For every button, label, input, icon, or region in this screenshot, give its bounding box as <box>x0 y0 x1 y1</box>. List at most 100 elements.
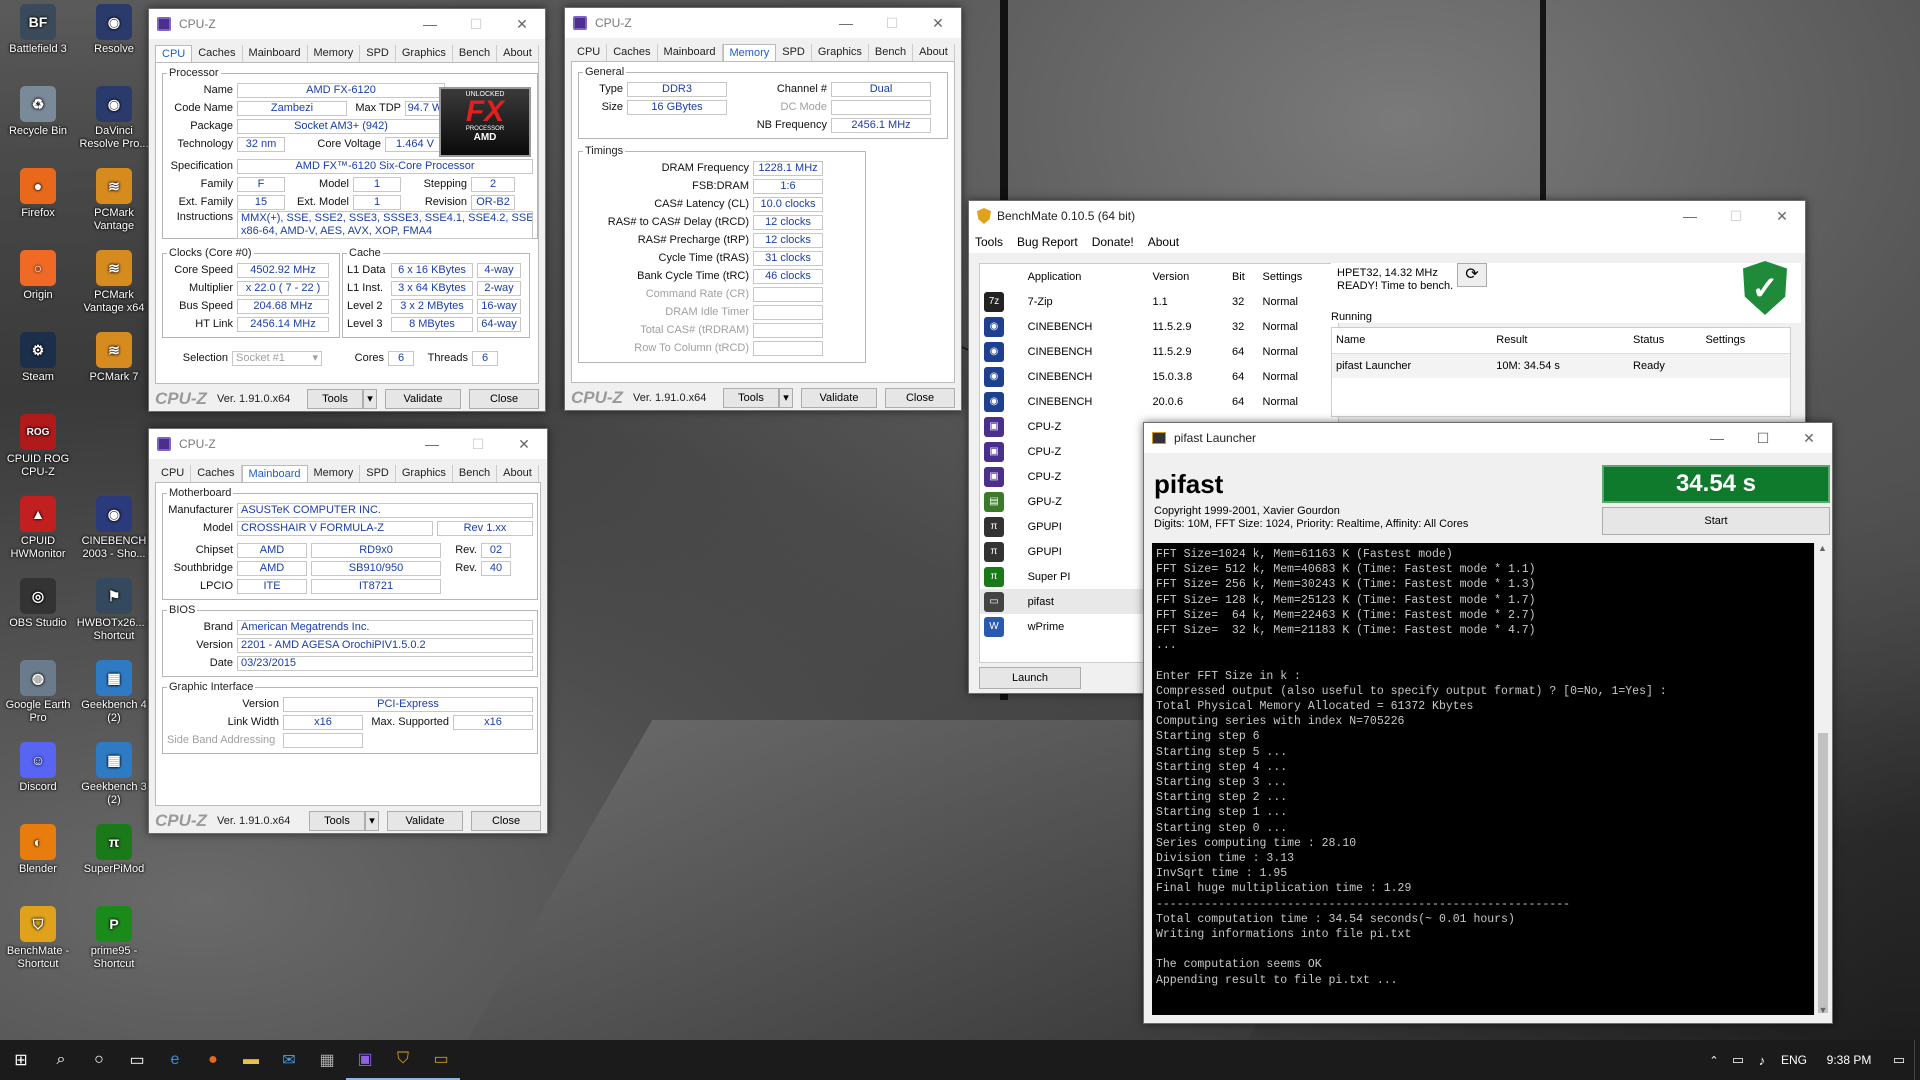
maximize-button[interactable]: ☐ <box>453 16 499 33</box>
maximize-button[interactable]: ☐ <box>1713 208 1759 225</box>
minimize-button[interactable]: — <box>1667 208 1713 224</box>
desktop-icon-google-earth-pro[interactable]: ◍ Google Earth Pro <box>0 660 76 725</box>
scroll-up-icon[interactable]: ▲ <box>1815 543 1830 553</box>
col-application[interactable]: Application <box>1024 264 1149 289</box>
menu-tools[interactable]: Tools <box>975 235 1003 249</box>
tab-about[interactable]: About <box>497 45 539 62</box>
running-col-settings[interactable]: Settings <box>1701 328 1790 353</box>
application-row[interactable]: ◉ CINEBENCH 11.5.2.9 32 Normal <box>980 314 1338 339</box>
tab-cpu[interactable]: CPU <box>155 465 192 482</box>
menu-donate-[interactable]: Donate! <box>1092 235 1134 249</box>
notifications-icon[interactable]: ▭ <box>1884 1040 1914 1080</box>
tab-about[interactable]: About <box>497 465 539 482</box>
desktop-icon-resolve[interactable]: ◉ Resolve <box>76 4 152 56</box>
close-window-button[interactable]: Close <box>471 811 541 831</box>
tools-button[interactable]: Tools <box>723 388 779 408</box>
tab-memory[interactable]: Memory <box>308 45 361 62</box>
tab-bench[interactable]: Bench <box>869 44 914 61</box>
maximize-button[interactable]: ☐ <box>1740 430 1786 447</box>
tab-caches[interactable]: Caches <box>191 465 242 482</box>
desktop-icon-cinebench-2003[interactable]: ◉ CINEBENCH 2003 - Sho... <box>76 496 152 561</box>
edge-icon[interactable]: e <box>156 1040 194 1080</box>
tab-spd[interactable]: SPD <box>360 465 396 482</box>
scroll-down-icon[interactable]: ▼ <box>1815 1005 1831 1015</box>
title-bar[interactable]: CPU-Z — ☐ ✕ <box>149 9 545 39</box>
col-version[interactable]: Version <box>1149 264 1228 289</box>
cpuz-cpu-window[interactable]: CPU-Z — ☐ ✕ CPU Caches Mainboard Memory SPD Grap… <box>148 8 546 412</box>
benchmate-taskbar-icon[interactable]: ⛉ <box>384 1040 422 1080</box>
desktop-icon-geekbench-3[interactable]: ▦ Geekbench 3 (2) <box>76 742 152 807</box>
desktop-icon-cpuid-hwmonitor[interactable]: ▲ CPUID HWMonitor <box>0 496 76 561</box>
firefox-icon[interactable]: ● <box>194 1040 232 1080</box>
tools-dropdown-icon[interactable]: ▾ <box>363 389 377 409</box>
maximize-button[interactable]: ☐ <box>455 436 501 453</box>
photos-icon[interactable]: ▦ <box>308 1040 346 1080</box>
tab-bench[interactable]: Bench <box>453 45 498 62</box>
close-button[interactable]: ✕ <box>1759 208 1805 225</box>
desktop-icon-recycle-bin[interactable]: ♻ Recycle Bin <box>0 86 76 138</box>
pifast-taskbar-icon[interactable]: ▭ <box>422 1040 460 1080</box>
tab-memory[interactable]: Memory <box>722 44 777 61</box>
launch-button[interactable]: Launch <box>979 667 1081 689</box>
tab-cpu[interactable]: CPU <box>571 44 608 61</box>
validate-button[interactable]: Validate <box>387 811 463 831</box>
task-view-icon[interactable]: ▭ <box>118 1040 156 1080</box>
menu-about[interactable]: About <box>1148 235 1179 249</box>
close-button[interactable]: ✕ <box>499 16 545 33</box>
tools-button[interactable]: Tools <box>307 389 363 409</box>
application-row[interactable]: ◉ CINEBENCH 20.0.6 64 Normal <box>980 389 1338 414</box>
running-col-name[interactable]: Name <box>1332 328 1492 353</box>
desktop-icon-battlefield-3[interactable]: BF Battlefield 3 <box>0 4 76 56</box>
desktop-icon-pcmark-7[interactable]: ≋ PCMark 7 <box>76 332 152 384</box>
title-bar[interactable]: CPU-Z — ☐ ✕ <box>149 429 547 459</box>
cortana-icon[interactable]: ○ <box>80 1040 118 1080</box>
tools-dropdown-icon[interactable]: ▾ <box>365 811 379 831</box>
menu-bug-report[interactable]: Bug Report <box>1017 235 1078 249</box>
validate-button[interactable]: Validate <box>801 388 877 408</box>
desktop-icon-discord[interactable]: ☺ Discord <box>0 742 76 794</box>
desktop-icon-benchmate-shortcut[interactable]: ⛉ BenchMate - Shortcut <box>0 906 76 971</box>
tab-mainboard[interactable]: Mainboard <box>658 44 723 61</box>
tab-bench[interactable]: Bench <box>453 465 498 482</box>
start-button-windows-icon[interactable]: ⊞ <box>0 1040 42 1080</box>
col-settings[interactable]: Settings <box>1259 264 1338 289</box>
desktop-icon-cpuid-rog-cpuz[interactable]: ROG CPUID ROG CPU-Z <box>0 414 76 479</box>
refresh-icon[interactable]: ⟳ <box>1457 263 1487 287</box>
volume-icon[interactable]: ♪ <box>1750 1040 1774 1080</box>
minimize-button[interactable]: — <box>823 15 869 31</box>
title-bar[interactable]: CPU-Z — ☐ ✕ <box>565 8 961 38</box>
tab-mainboard[interactable]: Mainboard <box>243 45 308 62</box>
desktop-icon-origin[interactable]: ○ Origin <box>0 250 76 302</box>
chevron-up-icon[interactable]: ⌃ <box>1702 1040 1726 1080</box>
close-window-button[interactable]: Close <box>885 388 955 408</box>
pifast-launcher-window[interactable]: pifast Launcher — ☐ ✕ pifast Copyright 1999… <box>1143 422 1833 1024</box>
cpuz-taskbar-icon[interactable]: ▣ <box>346 1040 384 1080</box>
running-row[interactable]: pifast Launcher 10M: 34.54 s Ready <box>1332 353 1790 378</box>
desktop-icon-pcmark-vantage[interactable]: ≋ PCMark Vantage <box>76 168 152 233</box>
col-bit[interactable]: Bit <box>1228 264 1259 289</box>
tab-cpu[interactable]: CPU <box>155 45 193 62</box>
title-bar[interactable]: pifast Launcher — ☐ ✕ <box>1144 423 1832 453</box>
cpuz-mainboard-window[interactable]: CPU-Z — ☐ ✕ CPU Caches Mainboard Memory SPD Grap… <box>148 428 548 834</box>
search-icon[interactable]: ⌕ <box>42 1040 80 1080</box>
tab-about[interactable]: About <box>913 44 955 61</box>
network-icon[interactable]: ▭ <box>1726 1040 1750 1080</box>
tools-button[interactable]: Tools <box>309 811 365 831</box>
tab-caches[interactable]: Caches <box>192 45 243 62</box>
language-indicator[interactable]: ENG <box>1774 1040 1814 1080</box>
desktop-icon-geekbench-4[interactable]: ▦ Geekbench 4 (2) <box>76 660 152 725</box>
tab-graphics[interactable]: Graphics <box>396 465 453 482</box>
tab-memory[interactable]: Memory <box>308 465 361 482</box>
application-row[interactable]: ◉ CINEBENCH 15.0.3.8 64 Normal <box>980 364 1338 389</box>
console-scrollbar[interactable]: ▲ ▼ <box>1814 543 1830 1015</box>
minimize-button[interactable]: — <box>1694 430 1740 446</box>
desktop-icon-pcmark-vantage-x64[interactable]: ≋ PCMark Vantage x64 <box>76 250 152 315</box>
scroll-thumb[interactable] <box>1818 733 1828 1013</box>
start-button[interactable]: Start <box>1602 507 1830 535</box>
close-button[interactable]: ✕ <box>915 15 961 32</box>
mail-icon[interactable]: ✉ <box>270 1040 308 1080</box>
desktop-icon-davinci-resolve[interactable]: ◉ DaVinci Resolve Pro... <box>76 86 152 151</box>
validate-button[interactable]: Validate <box>385 389 461 409</box>
application-row[interactable]: ◉ CINEBENCH 11.5.2.9 64 Normal <box>980 339 1338 364</box>
title-bar[interactable]: BenchMate 0.10.5 (64 bit) — ☐ ✕ <box>969 201 1805 231</box>
